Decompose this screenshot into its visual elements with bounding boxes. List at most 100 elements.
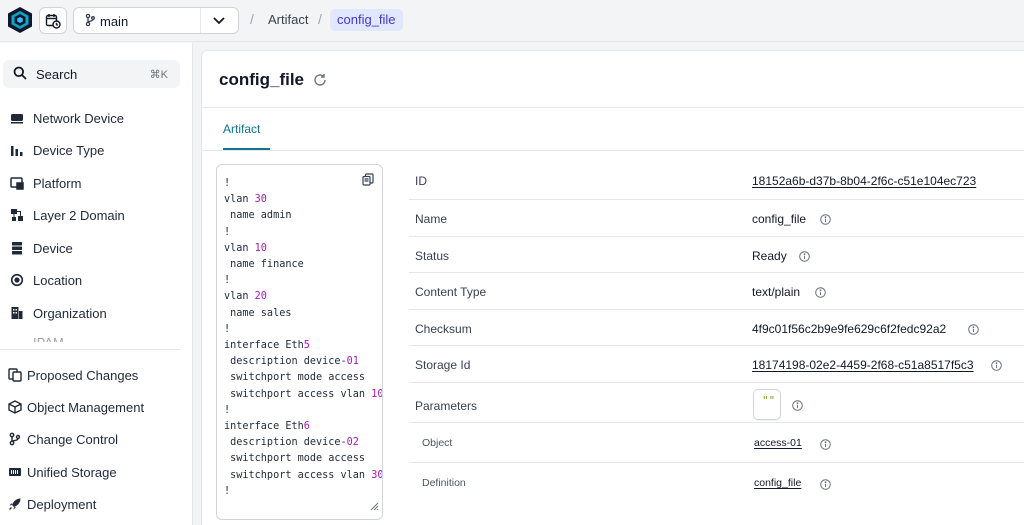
detail-key: Status xyxy=(415,249,450,263)
organization-icon xyxy=(10,306,24,320)
sidebar-item-label: Deployment xyxy=(27,497,97,512)
server-icon xyxy=(10,111,24,125)
device-icon xyxy=(10,241,24,255)
sidebar-item-label: Location xyxy=(33,273,83,288)
platform-icon xyxy=(10,176,24,190)
calendar-clock-icon xyxy=(45,13,61,29)
top-bar: main / Artifact / config_file xyxy=(0,0,1024,42)
sidebar-item-device-type[interactable]: Device Type xyxy=(0,138,192,164)
detail-key: Parameters xyxy=(415,399,478,413)
detail-row-name: Name config_file xyxy=(409,200,1024,237)
code-line: vlan 20 xyxy=(224,291,267,303)
detail-row-status: Status Ready xyxy=(409,237,1024,273)
tab-divider xyxy=(202,150,1024,151)
detail-key: Definition xyxy=(422,477,466,489)
sidebar-item-label: Device xyxy=(33,241,73,256)
breadcrumb-artifact[interactable]: Artifact xyxy=(268,12,308,27)
detail-row-object: Object access-01 xyxy=(409,423,1024,463)
detail-row-parameters: Parameters "" xyxy=(409,383,1024,423)
info-icon[interactable] xyxy=(991,358,1002,376)
sidebar-item-proposed-changes[interactable]: Proposed Changes xyxy=(0,363,192,389)
branch-selector[interactable]: main xyxy=(73,7,239,34)
sidebar-item-change-control[interactable]: Change Control xyxy=(0,427,192,453)
sidebar-item-label: Object Management xyxy=(27,400,145,415)
refresh-icon[interactable] xyxy=(313,73,327,92)
info-icon[interactable] xyxy=(820,477,831,495)
detail-key: Storage Id xyxy=(415,358,471,372)
sidebar-item-label: Proposed Changes xyxy=(27,368,139,383)
chevron-down-icon[interactable] xyxy=(211,12,227,33)
code-line: vlan 10 xyxy=(224,242,267,254)
git-branch-icon xyxy=(8,432,22,446)
bar-chart-icon xyxy=(10,143,24,157)
sidebar-item-location[interactable]: Location xyxy=(0,268,192,294)
sidebar-item-object-management[interactable]: Object Management xyxy=(0,395,192,421)
git-branch-icon xyxy=(85,13,95,30)
cube-icon xyxy=(8,400,22,414)
sidebar-item-label: Device Type xyxy=(33,143,105,158)
proposed-changes-icon xyxy=(8,368,22,382)
parameters-value: "" xyxy=(762,394,776,407)
parameters-value-chip[interactable]: "" xyxy=(753,389,781,420)
schedule-button[interactable] xyxy=(39,7,67,34)
detail-value-storage-id[interactable]: 18174198-02e2-4459-2f68-c51a8517f5c3 xyxy=(752,358,974,372)
detail-value-definition-link[interactable]: config_file xyxy=(754,477,801,489)
code-line: name sales xyxy=(224,307,292,319)
detail-value: 4f9c01f56c2b9e9fe629c6f2fedc92a2 xyxy=(752,322,947,336)
code-viewer[interactable]: ! vlan 30 name admin! vlan 10 name finance… xyxy=(216,164,383,520)
breadcrumb-separator: / xyxy=(318,11,322,27)
code-line: switchport mode access xyxy=(224,372,366,384)
detail-row-checksum: Checksum 4f9c01f56c2b9e9fe629c6f2fedc92a… xyxy=(409,310,1024,346)
sidebar-divider xyxy=(0,349,180,350)
code-line: name admin xyxy=(224,210,292,222)
app-logo-icon[interactable] xyxy=(7,6,33,34)
sidebar-item-device[interactable]: Device xyxy=(0,236,192,262)
detail-value-id[interactable]: 18152a6b-d37b-8b04-2f6c-c51e104ec723 xyxy=(752,174,976,188)
code-line: ! xyxy=(224,485,231,497)
search-label: Search xyxy=(36,67,78,82)
sidebar-item-unified-storage[interactable]: Unified Storage xyxy=(0,460,192,486)
sidebar: Search ⌘K Network Device Device Type Pla… xyxy=(0,43,193,525)
resize-handle-icon[interactable] xyxy=(369,498,379,516)
search-button[interactable]: Search ⌘K xyxy=(3,60,180,88)
breadcrumb-config-file[interactable]: config_file xyxy=(330,9,403,31)
code-line: description device-01 xyxy=(224,356,359,368)
sidebar-item-label: Change Control xyxy=(27,432,119,447)
sidebar-item-network-device[interactable]: Network Device xyxy=(0,106,192,132)
sidebar-item-label: Unified Storage xyxy=(27,465,117,480)
info-icon[interactable] xyxy=(799,249,810,267)
page-title: config_file xyxy=(219,70,305,89)
main-panel: config_file Artifact ! vlan 30 name admin… xyxy=(201,50,1024,525)
code-line: switchport access vlan 30 xyxy=(224,469,383,481)
storage-icon xyxy=(8,465,22,479)
sidebar-item-label: Network Device xyxy=(33,111,125,126)
detail-value: text/plain xyxy=(752,285,801,299)
code-line: name finance xyxy=(224,259,304,271)
sidebar-item-label: Organization xyxy=(33,306,107,321)
info-icon[interactable] xyxy=(820,437,831,455)
sidebar-item-label: Platform xyxy=(33,176,82,191)
location-icon xyxy=(10,273,24,287)
code-line: ! xyxy=(224,323,231,335)
sidebar-item-label: Layer 2 Domain xyxy=(33,208,125,223)
header-divider xyxy=(202,107,1024,108)
info-icon[interactable] xyxy=(820,212,831,230)
code-line: switchport access vlan 10 xyxy=(224,388,383,400)
sidebar-item-ipam-partial[interactable]: IPAM xyxy=(33,335,64,342)
branch-divider xyxy=(200,8,201,33)
code-line: description device-02 xyxy=(224,437,359,449)
rocket-icon xyxy=(8,497,22,511)
info-icon[interactable] xyxy=(792,398,803,416)
code-line: ! xyxy=(224,404,231,416)
code-line: switchport mode access xyxy=(224,453,366,465)
detail-value-object-link[interactable]: access-01 xyxy=(754,437,802,449)
sidebar-item-platform[interactable]: Platform xyxy=(0,171,192,197)
sidebar-item-organization[interactable]: Organization xyxy=(0,301,192,327)
info-icon[interactable] xyxy=(815,285,826,303)
code-line: interface Eth6 xyxy=(224,421,310,433)
tab-artifact[interactable]: Artifact xyxy=(223,122,260,136)
info-icon[interactable] xyxy=(968,322,979,340)
sidebar-item-layer-2-domain[interactable]: Layer 2 Domain xyxy=(0,203,192,229)
branch-name: main xyxy=(100,14,129,29)
sidebar-item-deployment[interactable]: Deployment xyxy=(0,492,192,518)
